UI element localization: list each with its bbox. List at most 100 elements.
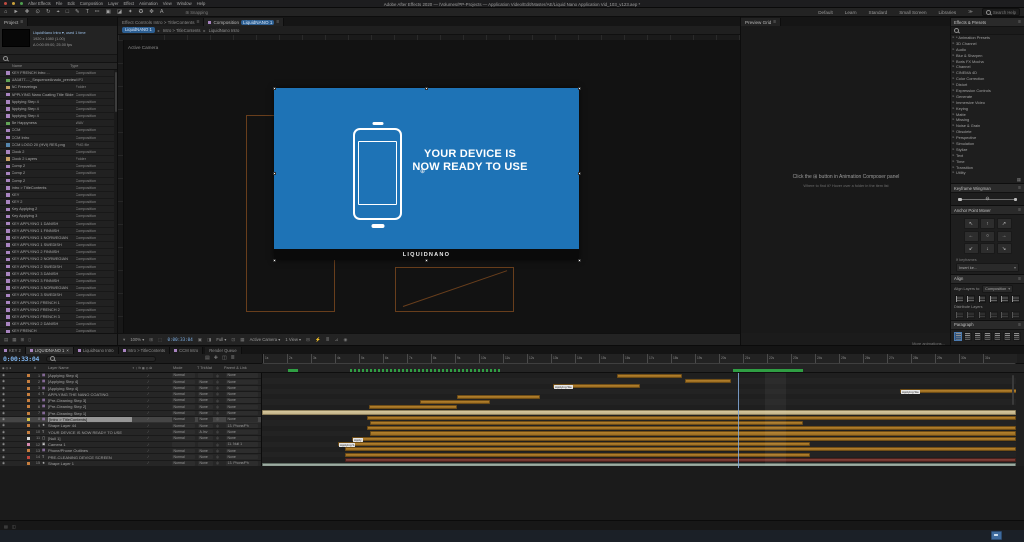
layer-name-header[interactable]: Layer Name	[48, 366, 69, 370]
parent-dropdown[interactable]: None	[226, 455, 258, 459]
label-color-chip[interactable]	[27, 431, 30, 434]
project-item-row[interactable]: KEY APPLYING 2 FINNISH Composition	[0, 249, 117, 256]
mode-dropdown[interactable]: Normal	[172, 449, 195, 453]
parent-dropdown[interactable]: None	[226, 417, 258, 421]
hide-shy-layers-icon[interactable]: ◫	[222, 355, 227, 361]
project-item-row[interactable]: UA1877-..._SequenceAnado_preview(1) MP3	[0, 77, 117, 84]
new-composition-icon[interactable]: ⊞	[21, 337, 25, 343]
anchor-keyframes-dropdown[interactable]: Insert ke...▾	[956, 263, 1019, 272]
trkmat-dropdown[interactable]: None	[198, 436, 213, 440]
project-item-row[interactable]: KEY APPLYING FRENCH 3 Composition	[0, 314, 117, 321]
project-search-input[interactable]	[0, 55, 117, 63]
tab-composition[interactable]: Composition LiquidNANO 1 ≡	[204, 18, 284, 26]
trkmat-dropdown[interactable]: None	[198, 398, 213, 402]
workspace-tab[interactable]: Default	[815, 10, 836, 15]
project-item-row[interactable]: CCM LOGO 20 (HVI) RES.png PNG file	[0, 142, 117, 149]
paragraph-justify-last-right-icon[interactable]	[1003, 332, 1011, 341]
panel-menu-icon[interactable]: ≡	[1018, 276, 1021, 282]
parent-link-header[interactable]: Parent & Link	[224, 366, 247, 370]
layer-switches[interactable]: ∕	[148, 380, 149, 384]
layer-switches[interactable]: ∕	[148, 405, 149, 409]
timeline-button-icon[interactable]: ≣	[326, 337, 330, 343]
parent-pickwhip-icon[interactable]: ◎	[216, 386, 219, 390]
project-item-row[interactable]: Comp 2 Composition	[0, 163, 117, 170]
effects-search-input[interactable]	[951, 27, 1024, 35]
distribute-left-icon[interactable]	[989, 311, 998, 319]
layer-duration-bar[interactable]: Applying S	[338, 442, 810, 446]
anchor-point-mover-header[interactable]: Anchor Point Mover≡	[951, 205, 1024, 215]
parent-pickwhip-icon[interactable]: ◎	[216, 436, 219, 440]
tab-effect-controls[interactable]: Effect Controls Intro > TitleContents≡	[118, 18, 204, 26]
layer-duration-bar[interactable]	[367, 416, 1016, 420]
project-item-row[interactable]: KEY 2 Composition	[0, 199, 117, 206]
align-right-icon[interactable]	[978, 295, 987, 303]
distribute-right-icon[interactable]	[1011, 311, 1020, 319]
paragraph-justify-last-left-icon[interactable]	[983, 332, 991, 341]
toggle-modes-icon[interactable]: ◫	[12, 524, 16, 529]
project-scrollbar[interactable]	[114, 70, 117, 336]
layer-name[interactable]: [Applying Step 4]	[48, 373, 130, 378]
eye-icon[interactable]: ◉	[2, 373, 5, 378]
panel-menu-icon[interactable]: ≡	[1018, 185, 1021, 191]
snapshot-icon[interactable]: ▣	[198, 337, 202, 343]
parent-dropdown[interactable]: None	[226, 392, 258, 396]
magnification-dropdown[interactable]: 100% ▾	[130, 337, 144, 342]
eye-icon[interactable]: ◉	[2, 430, 5, 435]
panel-menu-icon[interactable]: ≡	[20, 19, 23, 25]
tab-preview-grid[interactable]: Preview Grid≡	[741, 18, 781, 26]
layer-name[interactable]: [Applying Step 4]	[48, 386, 130, 391]
keyframe-wingman-header[interactable]: Keyframe Wingman≡	[951, 183, 1024, 193]
frame-blending-icon[interactable]: ≣	[231, 355, 235, 361]
distribute-vcenter-icon[interactable]	[966, 311, 975, 319]
comp-marker[interactable]	[288, 369, 298, 372]
menu-item[interactable]: Window	[177, 1, 192, 6]
align-hcenter-icon[interactable]	[966, 295, 975, 303]
trkmat-dropdown[interactable]: None	[198, 380, 213, 384]
timeline-time-ruler[interactable]: 1s 2s 3s 4s 5s 6s 7s 8s 9s 10	[262, 354, 1017, 363]
layer-duration-bar[interactable]	[345, 458, 1016, 462]
distribute-top-icon[interactable]	[955, 311, 964, 319]
mode-dropdown[interactable]: Normal	[172, 411, 195, 415]
transparency-grid-icon[interactable]: ▦	[240, 337, 244, 343]
trkmat-dropdown[interactable]: None	[198, 405, 213, 409]
timeline-tab[interactable]: LiquidNano Intro	[74, 347, 119, 354]
resolution-dropdown[interactable]: Full ▾	[216, 337, 226, 342]
mode-dropdown[interactable]: Normal	[172, 461, 195, 465]
menu-item[interactable]: Edit	[67, 1, 74, 6]
clone-stamp-tool[interactable]: ▣	[106, 8, 111, 17]
anchor-direction-button[interactable]: ↘	[997, 243, 1012, 254]
slider-handle-right[interactable]	[1014, 198, 1018, 202]
label-color-chip[interactable]	[27, 424, 30, 427]
eraser-tool[interactable]: ◪	[117, 8, 122, 17]
parent-dropdown[interactable]: 13. Phone/Ph	[226, 424, 258, 428]
parent-dropdown[interactable]: None	[226, 411, 258, 415]
trkmat-dropdown[interactable]: None	[198, 417, 213, 421]
project-item-row[interactable]: CCM Composition	[0, 127, 117, 134]
timeline-tab[interactable]: KEY 2	[0, 347, 26, 354]
label-color-chip[interactable]	[27, 412, 30, 415]
project-item-row[interactable]: KEY APPLYING 3 FINNISH Composition	[0, 278, 117, 285]
project-item-row[interactable]: KEY APPLYING 1 FINNISH Composition	[0, 228, 117, 235]
trkmat-header[interactable]: T TrkMat	[197, 366, 212, 370]
selection-tool[interactable]: ►	[13, 8, 18, 17]
eye-icon[interactable]: ◉	[2, 386, 5, 391]
tab-render-queue[interactable]: Render Queue	[205, 347, 241, 354]
selection-handle[interactable]	[425, 259, 428, 262]
project-item-row[interactable]: KEY Composition	[0, 192, 117, 199]
project-item-row[interactable]: KEY APPLYING 2 SWEDISH Composition	[0, 264, 117, 271]
selection-handle[interactable]	[273, 172, 276, 175]
layer-duration-bar[interactable]	[369, 405, 457, 409]
panel-menu-icon[interactable]: ≡	[1018, 207, 1021, 213]
label-color-chip[interactable]	[27, 437, 30, 440]
parent-pickwhip-icon[interactable]: ◎	[216, 374, 219, 378]
parent-dropdown[interactable]: None	[226, 436, 258, 440]
panel-menu-icon[interactable]: ≡	[276, 19, 279, 25]
project-item-row[interactable]: Be Happyness WAV	[0, 120, 117, 127]
anchor-direction-button[interactable]: ↓	[980, 243, 995, 254]
label-color-chip[interactable]	[27, 449, 30, 452]
slide[interactable]: YOUR DEVICE IS NOW READY TO USE ⊕ LIQUID…	[274, 88, 579, 260]
project-item-row[interactable]: Applying Step 4 Composition	[0, 106, 117, 113]
layer-duration-bar[interactable]	[685, 379, 731, 383]
trkmat-dropdown[interactable]	[198, 442, 213, 446]
distribute-hcenter-icon[interactable]	[1000, 311, 1009, 319]
